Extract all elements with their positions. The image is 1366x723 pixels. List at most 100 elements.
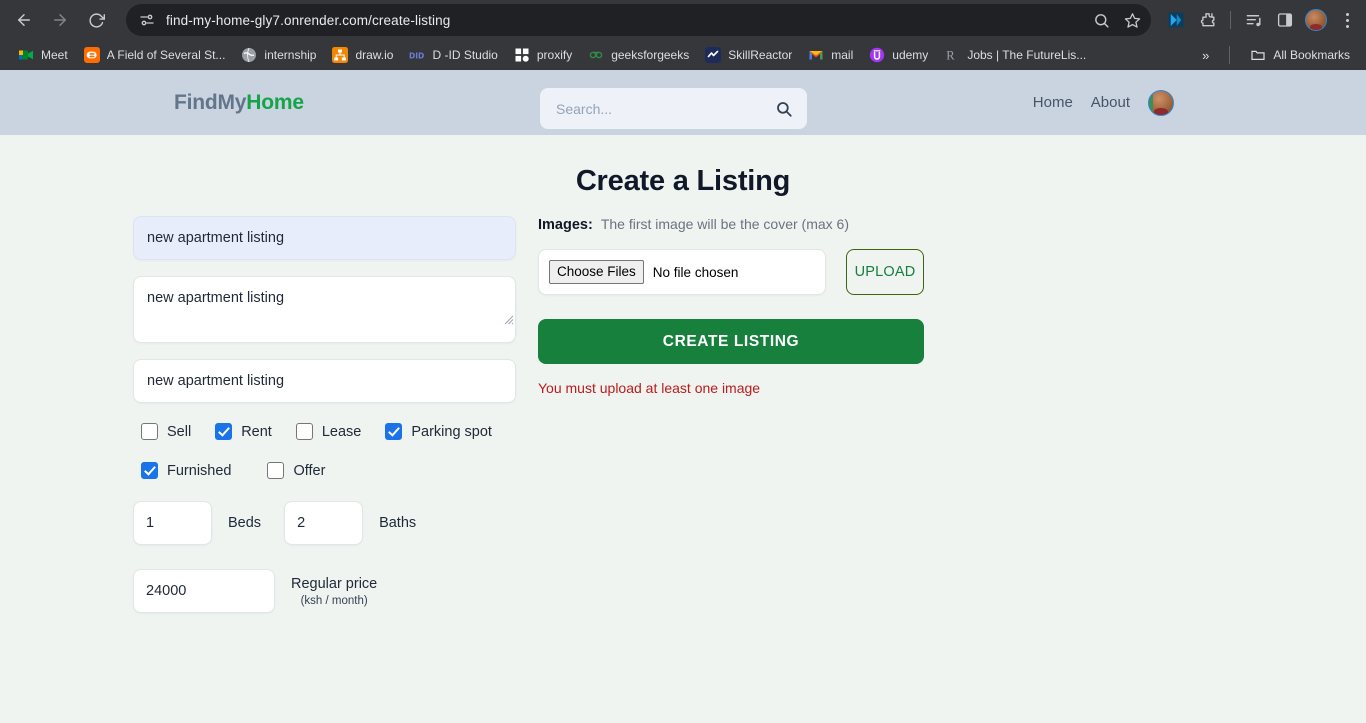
nav-link-home[interactable]: Home [1033, 94, 1073, 111]
bookmark-label: geeksforgeeks [611, 48, 690, 62]
baths-input[interactable] [284, 501, 364, 545]
extensions-puzzle-icon[interactable] [1196, 9, 1218, 31]
bookmarks-overflow-icon[interactable]: » [1194, 46, 1217, 65]
bookmark-label: draw.io [355, 48, 394, 62]
checkbox-offer[interactable]: Offer [267, 462, 325, 479]
bookmark-proxify[interactable]: proxify [506, 44, 580, 66]
checkbox-furnished-label: Furnished [167, 462, 232, 479]
search-icon[interactable] [775, 100, 793, 118]
reload-icon[interactable] [80, 4, 112, 36]
did-icon: DID [409, 52, 424, 61]
create-listing-button[interactable]: CREATE LISTING [538, 319, 924, 364]
bookmark-label: Jobs | The FutureLis... [967, 48, 1087, 62]
chrome-menu-icon[interactable] [1336, 9, 1358, 31]
search-input[interactable] [554, 99, 775, 118]
upload-row: Choose Files No file chosen UPLOAD [538, 249, 924, 295]
profile-avatar[interactable] [1305, 9, 1327, 31]
logo-part-home: Home [246, 90, 304, 114]
beds-baths-row: Beds Baths [133, 501, 516, 545]
listing-description-textarea[interactable]: new apartment listing [133, 276, 516, 343]
bookmark-drawio[interactable]: draw.io [324, 44, 401, 66]
checkbox-lease[interactable]: Lease [295, 423, 362, 440]
create-listing-form: new apartment listing Sell Rent Lease [133, 198, 1233, 613]
checkbox-furnished[interactable]: Furnished [141, 462, 231, 479]
folder-icon [1251, 50, 1265, 60]
choose-files-button[interactable]: Choose Files [549, 259, 644, 285]
bookmarks-bar-right: » All Bookmarks [1194, 44, 1358, 66]
checkbox-sell-box[interactable] [141, 423, 158, 440]
bookmark-label: SkillReactor [728, 48, 793, 62]
forward-arrow-icon[interactable] [44, 4, 76, 36]
bookmark-internship[interactable]: internship [233, 44, 324, 66]
form-left-column: new apartment listing Sell Rent Lease [133, 216, 516, 613]
bookmark-a-field-of-several-st[interactable]: A Field of Several St... [76, 44, 234, 66]
toolbar-divider [1230, 11, 1231, 29]
browser-extensions [1151, 9, 1358, 31]
listing-name-input[interactable] [133, 216, 516, 260]
browser-chrome: find-my-home-gly7.onrender.com/create-li… [0, 0, 1366, 70]
bookmark-label: Meet [41, 48, 68, 62]
checkbox-parking-spot-box[interactable] [385, 423, 403, 440]
nav-link-about[interactable]: About [1091, 94, 1130, 111]
bookmarks-divider [1229, 46, 1231, 64]
regular-price-input[interactable] [133, 569, 275, 613]
beds-label: Beds [228, 515, 262, 531]
search-form [540, 88, 807, 129]
file-input[interactable]: Choose Files No file chosen [538, 249, 826, 295]
checkbox-rent-box[interactable] [215, 423, 233, 440]
bookmark-label: udemy [892, 48, 929, 62]
address-bar[interactable]: find-my-home-gly7.onrender.com/create-li… [126, 4, 1151, 36]
skillreactor-icon [705, 47, 722, 63]
upload-button[interactable]: UPLOAD [846, 249, 924, 295]
browser-toolbar: find-my-home-gly7.onrender.com/create-li… [0, 0, 1366, 40]
site-logo[interactable]: FindMyHome [174, 91, 304, 115]
price-row: Regular price (ksh / month) [133, 569, 516, 613]
udemy-icon [870, 47, 885, 63]
all-bookmarks-button[interactable]: All Bookmarks [1242, 44, 1358, 66]
beds-input[interactable] [133, 501, 212, 545]
main-content: Create a Listing new apartment listing S… [0, 135, 1366, 723]
extension-blue-icon[interactable] [1165, 9, 1187, 31]
price-sublabel: (ksh / month) [300, 595, 368, 608]
listing-address-input[interactable] [133, 359, 516, 403]
no-file-chosen-text: No file chosen [652, 264, 739, 280]
side-panel-icon[interactable] [1274, 9, 1296, 31]
bookmark-meet[interactable]: Meet [10, 44, 76, 66]
checkbox-parking-spot[interactable]: Parking spot [385, 423, 492, 440]
images-label: Images: [538, 217, 593, 233]
description-wrapper: new apartment listing [133, 276, 516, 343]
bookmark-jobs-the-futurelist[interactable]: R Jobs | The FutureLis... [936, 44, 1094, 66]
bookmark-skillreactor[interactable]: SkillReactor [697, 44, 800, 66]
gmail-icon [809, 51, 823, 60]
svg-text:R: R [947, 49, 956, 63]
page-title: Create a Listing [575, 165, 791, 197]
header-nav: Home About [1033, 89, 1174, 116]
checkbox-lease-box[interactable] [295, 423, 313, 440]
bookmark-mail[interactable]: mail [800, 44, 861, 66]
omnibox-actions [1081, 12, 1141, 29]
bookmark-udemy[interactable]: udemy [861, 44, 936, 66]
bookmark-label: D -ID Studio [432, 48, 498, 62]
search-icon[interactable] [1093, 12, 1110, 29]
letter-r-icon: R [947, 49, 956, 63]
globe-icon [242, 47, 257, 63]
checkbox-furnished-box[interactable] [141, 462, 158, 479]
bookmark-star-icon[interactable] [1124, 12, 1141, 29]
images-hint: The first image will be the cover (max 6… [600, 216, 850, 232]
blogger-icon [83, 47, 100, 63]
drawio-icon [332, 47, 349, 63]
bookmarks-bar: Meet A Field of Several St... internship… [0, 40, 1366, 70]
bookmark-geeksforgeeks[interactable]: geeksforgeeks [580, 44, 697, 66]
bookmark-d-id-studio[interactable]: DID D -ID Studio [401, 44, 505, 66]
images-label-row: Images: The first image will be the cove… [538, 216, 924, 233]
site-settings-icon[interactable] [138, 11, 156, 29]
checkbox-rent[interactable]: Rent [215, 423, 272, 440]
checkbox-lease-label: Lease [321, 423, 362, 440]
reading-list-icon[interactable] [1243, 9, 1265, 31]
checkbox-sell[interactable]: Sell [141, 423, 191, 440]
checkbox-offer-box[interactable] [267, 462, 285, 479]
user-avatar[interactable] [1148, 89, 1174, 116]
bookmark-label: internship [264, 48, 317, 62]
listing-feature-checkbox-row: Furnished Offer [133, 462, 516, 479]
back-arrow-icon[interactable] [8, 4, 40, 36]
